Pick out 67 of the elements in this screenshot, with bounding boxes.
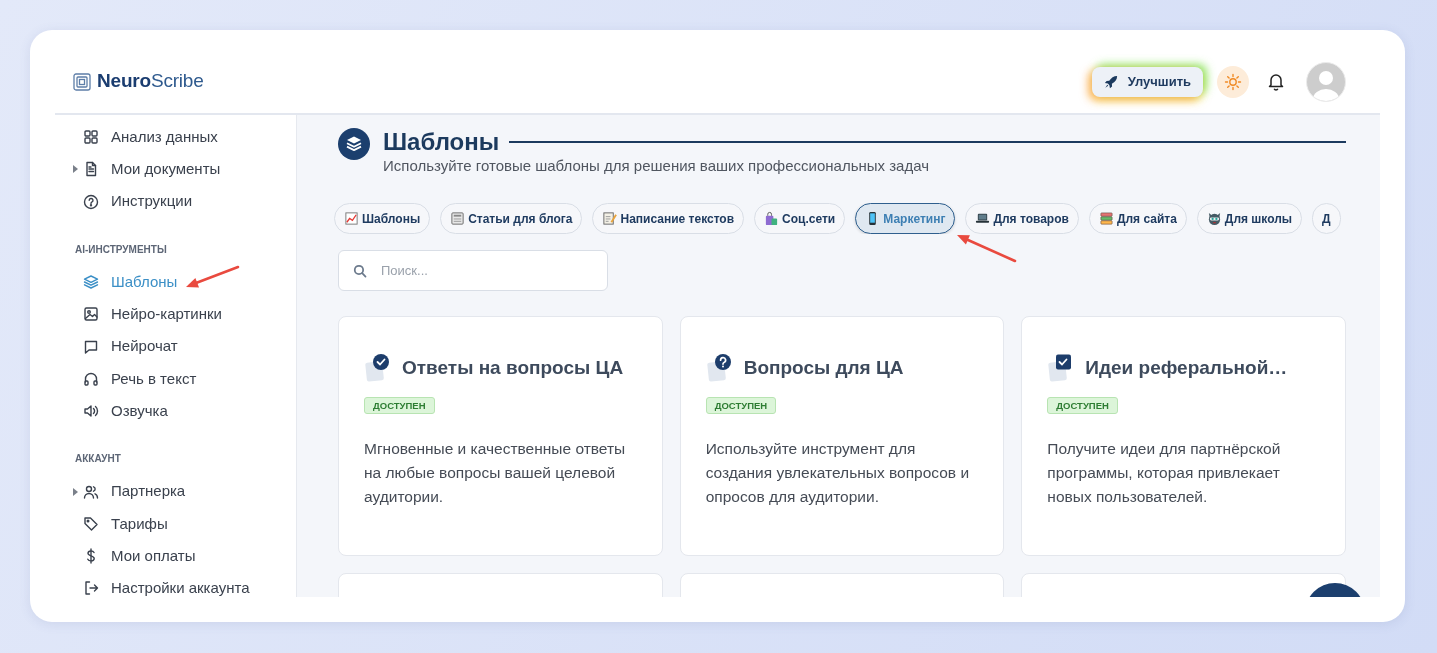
- exit-icon: [83, 580, 99, 597]
- bags-icon: [764, 211, 780, 226]
- category-chip[interactable]: Для школы: [1196, 203, 1303, 234]
- sidebar-item[interactable]: Тарифы: [83, 512, 168, 536]
- sidebar-item[interactable]: Озвучка: [83, 399, 168, 423]
- category-chip[interactable]: Шаблоны: [334, 203, 431, 234]
- sidebar-item[interactable]: Партнерка: [83, 480, 186, 503]
- sidebar-item[interactable]: Нейрочат: [83, 335, 178, 358]
- search-field[interactable]: Поиск...: [338, 250, 608, 291]
- question-icon: [83, 193, 99, 210]
- speaker-icon: [83, 403, 99, 420]
- template-card[interactable]: Идеи реферальной… ДОСТУПЕН Получите идеи для партнёрской программы, которая привлекает новых пользователей.: [1021, 316, 1346, 556]
- sidebar-item[interactable]: Настройки аккаунта: [83, 577, 250, 597]
- layers-icon: [83, 274, 99, 291]
- question-document-icon: [705, 353, 734, 383]
- sidebar-item[interactable]: Мои документы: [83, 158, 221, 181]
- sidebar-item[interactable]: Речь в текст: [83, 367, 197, 391]
- grid-icon: [83, 129, 99, 146]
- checked-document-icon: [364, 353, 392, 383]
- theme-toggle-button[interactable]: [1217, 65, 1249, 98]
- tag-icon: [83, 515, 99, 532]
- chart-icon: [344, 211, 359, 226]
- page-title: Шаблоны: [383, 128, 500, 156]
- category-chip[interactable]: Написание текстов: [592, 203, 745, 234]
- category-chip[interactable]: Соц.сети: [754, 203, 846, 234]
- page-subtitle: Используйте готовые шаблоны для решения ваших профессиональных задач: [383, 156, 930, 176]
- newspaper-icon: [450, 211, 466, 226]
- bell-icon[interactable]: [1267, 72, 1285, 91]
- animal-face-icon: [1206, 211, 1222, 226]
- upgrade-button[interactable]: Улучшить: [1091, 66, 1203, 97]
- rocket-icon: [1103, 74, 1118, 89]
- caret-icon[interactable]: [73, 487, 78, 496]
- people-icon: [83, 483, 99, 500]
- sidebar-item[interactable]: Анализ данных: [83, 125, 218, 149]
- template-card[interactable]: Ответы на вопросы ЦА ДОСТУПЕН Мгновенные и качественные ответы на любые вопросы вашей целевой аудитории.: [338, 316, 663, 556]
- template-card[interactable]: Вопросы для ЦА ДОСТУПЕН Используйте инструмент для создания увлекательных вопросов и опросов для аудитории.: [679, 316, 1005, 556]
- category-chip[interactable]: Статьи для блога: [440, 203, 583, 234]
- card-description: Мгновенные и качественные ответы на любые вопросы вашей целевой аудитории.: [364, 439, 627, 507]
- section-label: AI-ИНСТРУМЕНТЫ: [74, 242, 168, 257]
- status-badge: ДОСТУПЕН: [364, 397, 435, 414]
- category-chip[interactable]: Д: [1312, 203, 1341, 234]
- logo-icon: [73, 72, 91, 91]
- document-icon: [83, 161, 99, 178]
- logo-text: NeuroScribe: [97, 69, 204, 94]
- laptop-icon: [975, 211, 991, 226]
- status-badge: ДОСТУПЕН: [1047, 397, 1118, 414]
- image-icon: [83, 306, 99, 323]
- speech-bubble-icon: [83, 338, 99, 355]
- card-title: Идеи реферальной…: [1085, 355, 1288, 380]
- status-badge: ДОСТУПЕН: [705, 397, 777, 414]
- sidebar-item[interactable]: Нейро-картинки: [83, 303, 222, 326]
- sidebar-item[interactable]: Мои оплаты: [83, 544, 196, 568]
- section-label: АККАУНТ: [74, 452, 122, 467]
- card-description: Используйте инструмент для создания увлекательных вопросов и опросов для аудитории.: [705, 439, 971, 507]
- category-chip[interactable]: Для сайта: [1088, 203, 1187, 234]
- card-description: Получите идеи для партнёрской программы, которая привлекает новых пользователей.: [1047, 439, 1282, 507]
- layers-icon: [338, 128, 370, 160]
- sun-icon: [1224, 72, 1242, 91]
- sidebar-item[interactable]: Шаблоны: [83, 270, 178, 294]
- caret-icon[interactable]: [73, 165, 78, 174]
- category-chip[interactable]: Для товаров: [965, 203, 1079, 234]
- headphones-icon: [83, 370, 99, 387]
- card-title: Ответы на вопросы ЦА: [402, 355, 624, 380]
- card-title: Вопросы для ЦА: [743, 355, 904, 380]
- notepad-icon: [602, 211, 618, 226]
- books-icon: [1098, 211, 1114, 226]
- sidebar-item[interactable]: Инструкции: [83, 190, 193, 213]
